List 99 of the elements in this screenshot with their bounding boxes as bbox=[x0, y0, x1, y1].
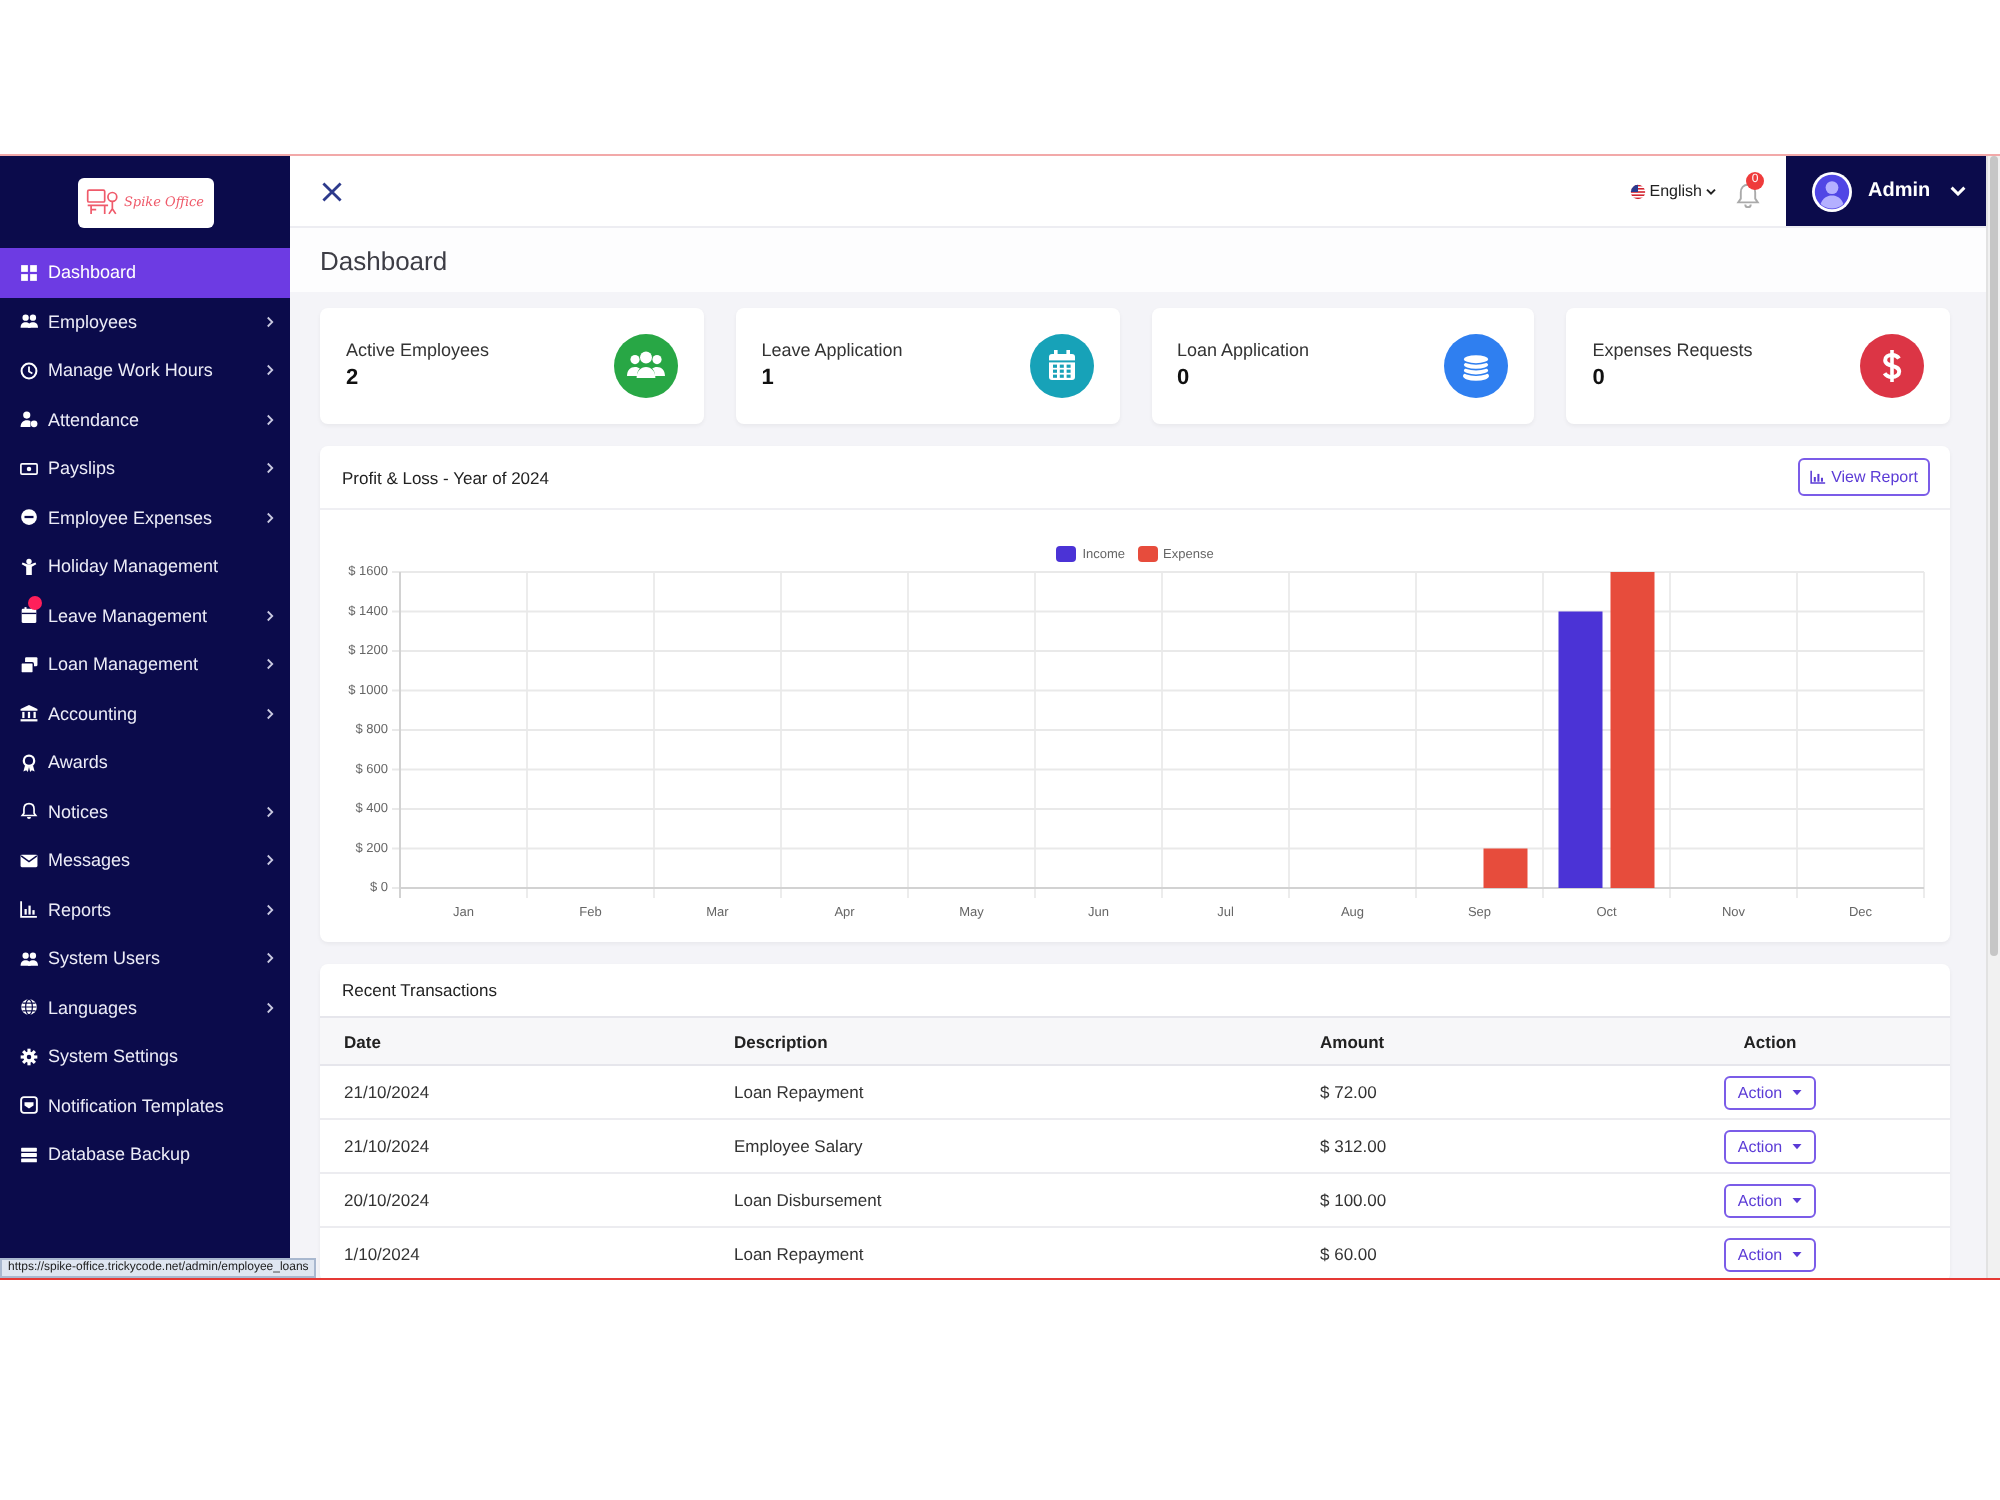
column-header: Date bbox=[320, 1017, 710, 1065]
sidebar-item[interactable]: Dashboard bbox=[0, 248, 290, 297]
chevron-icon bbox=[266, 903, 274, 916]
table-cell: 20/10/2024 bbox=[320, 1173, 710, 1227]
view-report-button[interactable]: View Report bbox=[1797, 458, 1930, 496]
chevron-icon bbox=[266, 805, 274, 818]
stat-title: Active Employees bbox=[346, 339, 490, 359]
caret-icon bbox=[1706, 187, 1716, 195]
card-title: Profit & Loss - Year of 2024 bbox=[342, 467, 549, 487]
language-selector[interactable]: English bbox=[1629, 179, 1716, 203]
sidebar-item[interactable]: Loan Management bbox=[0, 640, 290, 689]
sidebar-item[interactable]: Languages bbox=[0, 983, 290, 1032]
table-cell: 21/10/2024 bbox=[320, 1065, 710, 1119]
award-icon bbox=[20, 753, 38, 772]
figure-icon bbox=[20, 557, 38, 576]
sidebar-item[interactable]: Database Backup bbox=[0, 1130, 290, 1179]
table-cell: $ 100.00 bbox=[1296, 1173, 1590, 1227]
page-title: Dashboard bbox=[320, 245, 448, 275]
chevron-icon bbox=[266, 413, 274, 426]
action-button[interactable]: Action bbox=[1723, 1237, 1817, 1271]
flag-icon bbox=[1629, 183, 1646, 199]
sidebar-item[interactable]: System Users bbox=[0, 934, 290, 983]
chevron-icon bbox=[266, 952, 274, 965]
stat-value: 1 bbox=[761, 365, 776, 389]
stat-title: Leave Application bbox=[761, 339, 903, 359]
chevron-icon bbox=[266, 1001, 274, 1014]
stat-title: Expenses Requests bbox=[1592, 339, 1753, 359]
action-button[interactable]: Action bbox=[1723, 1075, 1817, 1109]
chevron-icon bbox=[266, 462, 274, 475]
sidebar-item[interactable]: Leave Management bbox=[0, 591, 290, 640]
bell-icon bbox=[1736, 181, 1760, 207]
stat-value: 2 bbox=[346, 365, 361, 389]
chevron-icon bbox=[266, 364, 274, 377]
globe-icon bbox=[20, 998, 38, 1017]
caret-icon bbox=[1792, 1251, 1803, 1257]
bar bbox=[1483, 848, 1528, 888]
sidebar-item[interactable]: System Settings bbox=[0, 1032, 290, 1081]
sidebar-item[interactable]: Manage Work Hours bbox=[0, 346, 290, 395]
users-icon bbox=[20, 312, 38, 331]
sidebar-item[interactable]: Employee Expenses bbox=[0, 493, 290, 542]
sidebar-item[interactable]: Accounting bbox=[0, 689, 290, 738]
sidebar-item[interactable]: Payslips bbox=[0, 444, 290, 493]
user-icon bbox=[20, 410, 38, 429]
close-icon bbox=[322, 181, 342, 201]
stat-value: 0 bbox=[1592, 365, 1607, 389]
chevron-icon bbox=[266, 707, 274, 720]
bell-icon bbox=[20, 802, 38, 821]
table-cell: 1/10/2024 bbox=[320, 1227, 710, 1278]
table-cell: Loan Disbursement bbox=[710, 1173, 1296, 1227]
table-cell: Employee Salary bbox=[710, 1119, 1296, 1173]
stat-value: 0 bbox=[1177, 365, 1192, 389]
caret-icon bbox=[1792, 1089, 1803, 1095]
desk-icon bbox=[85, 188, 120, 216]
sidebar-item[interactable]: Holiday Management bbox=[0, 542, 290, 591]
stat-title: Loan Application bbox=[1177, 339, 1310, 359]
close-button[interactable] bbox=[322, 181, 342, 201]
stack-icon bbox=[20, 655, 38, 674]
chevron-icon bbox=[266, 511, 274, 524]
sidebar-item[interactable]: Notices bbox=[0, 787, 290, 836]
users-icon bbox=[20, 949, 38, 968]
table-cell: Loan Repayment bbox=[710, 1065, 1296, 1119]
column-header: Description bbox=[710, 1017, 1296, 1065]
caret-icon bbox=[1792, 1197, 1803, 1203]
clock-icon bbox=[20, 361, 38, 380]
calendar-icon bbox=[20, 606, 38, 625]
table-cell: $ 60.00 bbox=[1296, 1227, 1590, 1278]
card-title: Recent Transactions bbox=[342, 980, 497, 1000]
table-cell: $ 72.00 bbox=[1296, 1065, 1590, 1119]
sidebar-item[interactable]: Attendance bbox=[0, 395, 290, 444]
table-cell: $ 312.00 bbox=[1296, 1119, 1590, 1173]
action-button[interactable]: Action bbox=[1723, 1129, 1817, 1163]
chevron-icon bbox=[266, 315, 274, 328]
caret-icon bbox=[1792, 1143, 1803, 1149]
minus-circle-icon bbox=[20, 508, 38, 527]
inbox-icon bbox=[20, 1096, 38, 1115]
settings-icon bbox=[20, 1047, 38, 1066]
chevron-icon bbox=[266, 854, 274, 867]
chevron-icon bbox=[266, 609, 274, 622]
chevron-icon bbox=[266, 658, 274, 671]
envelope-icon bbox=[20, 851, 38, 870]
sidebar-item[interactable]: Awards bbox=[0, 738, 290, 787]
database-icon bbox=[20, 1145, 38, 1164]
bank-icon bbox=[20, 704, 38, 723]
banknote-icon bbox=[20, 459, 38, 478]
bar-chart-icon bbox=[1809, 470, 1826, 484]
user-menu[interactable]: Admin bbox=[1786, 156, 1986, 226]
sidebar-item[interactable]: Reports bbox=[0, 885, 290, 934]
sidebar-item[interactable]: Notification Templates bbox=[0, 1081, 290, 1130]
action-button[interactable]: Action bbox=[1723, 1183, 1817, 1217]
bar-chart-icon bbox=[20, 900, 38, 919]
table-cell: Loan Repayment bbox=[710, 1227, 1296, 1278]
sidebar-item[interactable]: Messages bbox=[0, 836, 290, 885]
sidebar-item[interactable]: Employees bbox=[0, 297, 290, 346]
avatar-icon bbox=[1812, 171, 1852, 211]
grid-icon bbox=[20, 263, 38, 282]
table-cell: 21/10/2024 bbox=[320, 1119, 710, 1173]
column-header: Amount bbox=[1296, 1017, 1590, 1065]
caret-icon bbox=[1950, 186, 1967, 196]
column-header: Action bbox=[1590, 1017, 1950, 1065]
